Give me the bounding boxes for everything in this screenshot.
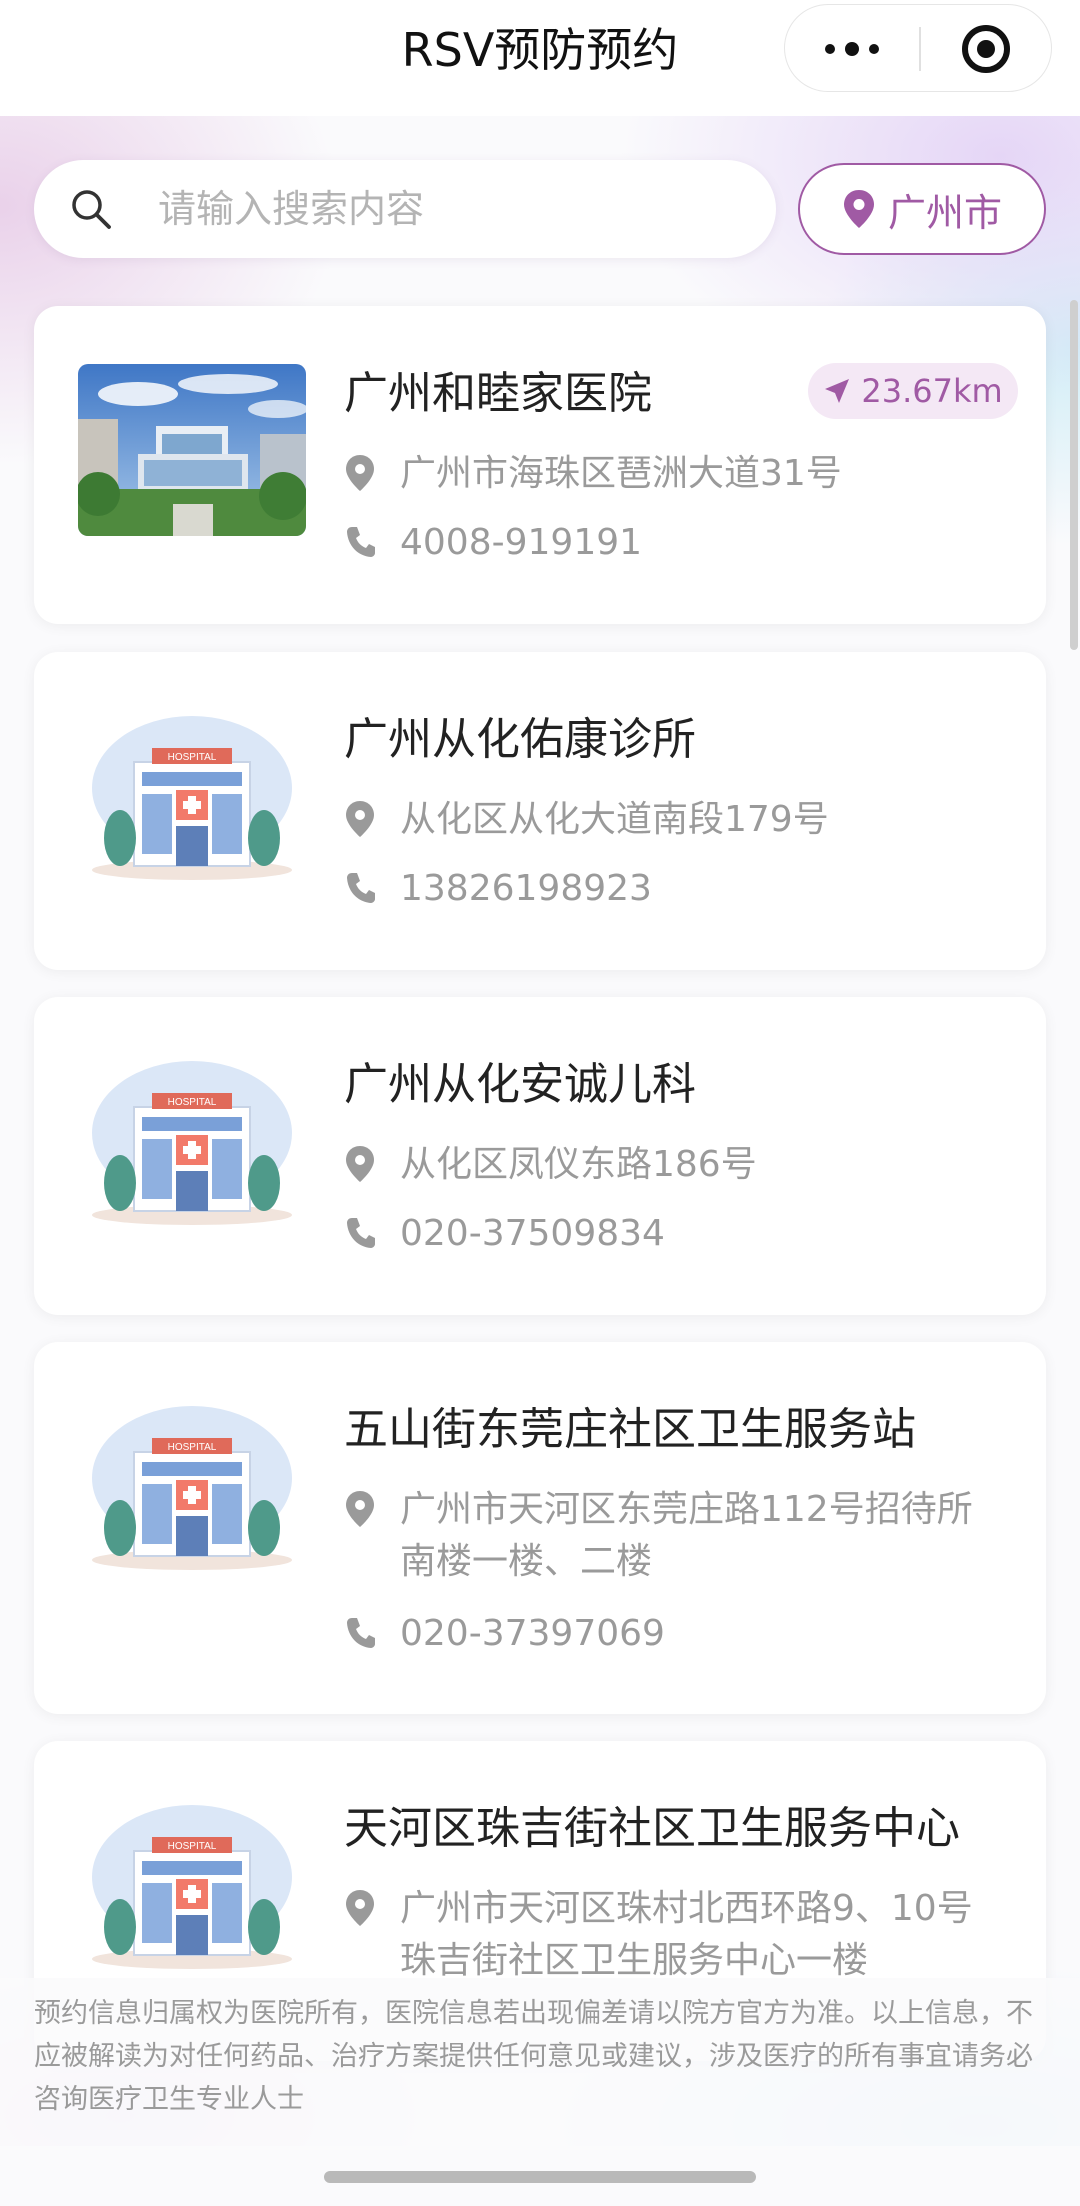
scrollbar[interactable] [1070,300,1078,650]
address-row: 从化区凤仪东路186号 [344,1139,1024,1193]
hospital-sign-text: HOSPITAL [168,1097,217,1108]
target-circle-icon[interactable] [919,5,1053,93]
hospital-illustration: HOSPITAL [78,710,306,882]
phone-icon [347,1218,375,1248]
location-pin-icon [843,190,874,228]
clinic-address-line1: 广州市天河区珠村北西环路9、10号 [400,1888,973,1929]
hospital-illustration: HOSPITAL [78,1055,306,1227]
clinic-card[interactable]: HOSPITAL 广州从化安诚儿科 从化区凤仪东路186号 020-375098… [34,997,1046,1315]
address-row: 广州市天河区珠村北西环路9、10号 珠吉街社区卫生服务中心一楼 [344,1883,1024,1989]
hospital-illustration: HOSPITAL [78,1799,306,1971]
clinic-address: 从化区从化大道南段179号 [400,799,829,840]
hospital-photo [78,364,306,536]
phone-icon [347,527,375,557]
navigation-bar: RSV预防预约 [0,0,1080,116]
hospital-sign-text: HOSPITAL [168,1442,217,1453]
clinic-card[interactable]: 广州和睦家医院 23.67km 广州市海珠区琶洲大道31号 4008-91919… [34,306,1046,624]
clinic-address: 广州市海珠区琶洲大道31号 [400,453,842,494]
location-pin-icon [346,1491,374,1527]
phone-row[interactable]: 13826198923 [344,863,1024,917]
clinic-card[interactable]: HOSPITAL 广州从化佑康诊所 从化区从化大道南段179号 13826198… [34,652,1046,970]
address-row: 广州市海珠区琶洲大道31号 [344,448,1024,502]
clinic-card[interactable]: HOSPITAL 五山街东莞庄社区卫生服务站 广州市天河区东莞庄路112号招待所… [34,1342,1046,1714]
phone-row[interactable]: 020-37509834 [344,1208,1024,1262]
clinic-name: 五山街东莞庄社区卫生服务站 [344,1404,916,1455]
clinic-phone[interactable]: 13826198923 [400,863,1000,915]
clinic-phone[interactable]: 4008-919191 [400,517,1000,569]
search-input[interactable]: 请输入搜索内容 [158,184,424,234]
search-icon [72,190,111,229]
clinic-address-line1: 广州市天河区东莞庄路112号招待所 [400,1489,973,1530]
mini-program-capsule [784,4,1052,92]
clinic-phone[interactable]: 020-37509834 [400,1208,1000,1260]
phone-row[interactable]: 4008-919191 [344,517,1024,571]
clinic-address-line2: 南楼一楼、二楼 [400,1541,653,1582]
disclaimer-text: 预约信息归属权为医院所有，医院信息若出现偏差请以院方官方为准。以上信息，不应被解… [0,1978,1080,2150]
navigation-arrow-icon [825,379,850,403]
address-row: 广州市天河区东莞庄路112号招待所 南楼一楼、二楼 [344,1484,1024,1590]
distance-badge: 23.67km [808,363,1018,419]
clinic-name: 广州从化佑康诊所 [344,714,696,765]
city-label: 广州市 [887,190,1002,235]
phone-icon [347,1618,375,1648]
hospital-sign-text: HOSPITAL [168,752,217,763]
more-dots-icon[interactable] [785,5,919,93]
location-pin-icon [346,1890,374,1926]
distance-value: 23.67km [861,372,1003,410]
clinic-name: 天河区珠吉街社区卫生服务中心 [344,1803,960,1854]
city-selector-button[interactable]: 广州市 [798,163,1046,255]
home-indicator[interactable] [324,2171,756,2183]
hospital-sign-text: HOSPITAL [168,1841,217,1852]
location-pin-icon [346,1146,374,1182]
location-pin-icon [346,801,374,837]
clinic-phone[interactable]: 020-37397069 [400,1608,1000,1660]
clinic-name: 广州从化安诚儿科 [344,1059,696,1110]
location-pin-icon [346,455,374,491]
clinic-address: 从化区凤仪东路186号 [400,1144,757,1185]
phone-icon [347,873,375,903]
search-bar[interactable]: 请输入搜索内容 [34,160,776,258]
address-row: 从化区从化大道南段179号 [344,794,1024,848]
clinic-name: 广州和睦家医院 [344,368,652,419]
phone-row[interactable]: 020-37397069 [344,1608,1024,1662]
hospital-illustration: HOSPITAL [78,1400,306,1572]
